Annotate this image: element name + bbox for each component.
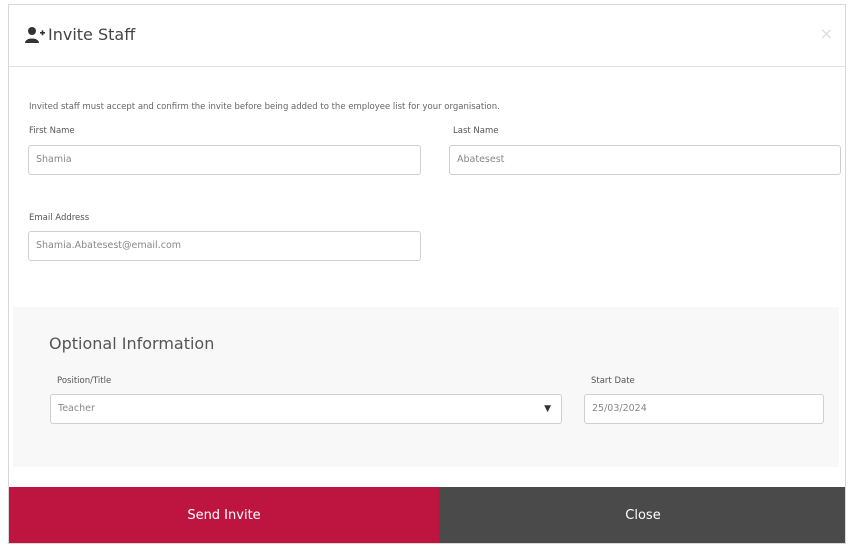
modal-title: Invite Staff [48, 25, 136, 44]
invite-notice: Invited staff must accept and confirm th… [29, 102, 500, 112]
invite-staff-modal: Invite Staff × Invited staff must accept… [8, 4, 846, 544]
close-button[interactable]: Close [439, 487, 845, 543]
email-field[interactable]: Shamia.Abatesest@email.com [28, 231, 421, 261]
position-label: Position/Title [57, 376, 112, 386]
first-name-field[interactable]: Shamia [28, 145, 421, 175]
position-select[interactable]: Teacher ▼ [50, 394, 562, 424]
chevron-down-icon: ▼ [544, 404, 551, 414]
last-name-label: Last Name [453, 126, 499, 136]
start-date-field[interactable]: 25/03/2024 [584, 394, 824, 424]
email-label: Email Address [29, 213, 90, 223]
position-value: Teacher [58, 403, 95, 414]
user-plus-icon [25, 27, 45, 43]
last-name-field[interactable]: Abatesest [449, 145, 841, 175]
modal-header: Invite Staff × [9, 5, 845, 67]
close-icon[interactable]: × [820, 24, 833, 43]
first-name-label: First Name [29, 126, 75, 136]
optional-section [13, 307, 839, 467]
start-date-label: Start Date [591, 376, 635, 386]
modal-footer: Send Invite Close [9, 487, 845, 543]
optional-title: Optional Information [49, 334, 215, 353]
send-invite-button[interactable]: Send Invite [9, 487, 439, 543]
